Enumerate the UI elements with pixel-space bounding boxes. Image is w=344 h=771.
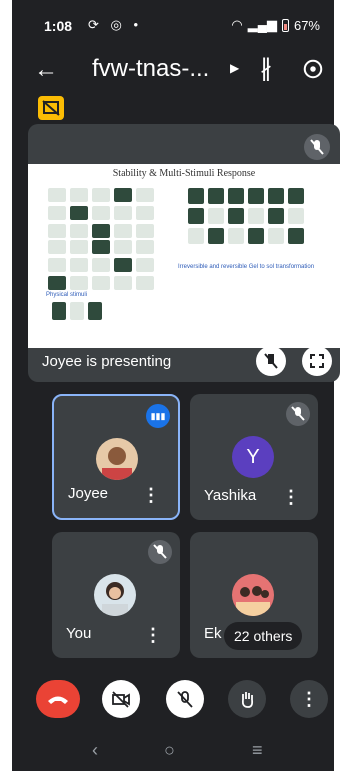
participant-name: Joyee: [68, 485, 109, 502]
pin-off-button[interactable]: [256, 346, 286, 376]
shared-slide: Stability & Multi-Stimuli Response Irrev…: [28, 164, 340, 348]
slide-title: Stability & Multi-Stimuli Response: [112, 168, 256, 179]
battery-percent: 67%: [293, 17, 320, 33]
pin-off-icon: [264, 353, 278, 369]
captions-off-icon[interactable]: [38, 96, 64, 120]
avatar: [96, 438, 138, 480]
status-time: 1:08: [44, 18, 73, 34]
avatar: [232, 574, 274, 616]
more-vert-icon[interactable]: ⋮: [144, 626, 162, 644]
fullscreen-icon: [310, 354, 324, 368]
speaking-indicator-icon: ▮▮▮: [146, 404, 170, 428]
slide-vial-grid-3: [188, 188, 304, 244]
participant-name: Yashika: [204, 487, 257, 504]
mic-off-icon: [286, 402, 310, 426]
mic-off-icon: [148, 540, 172, 564]
mic-off-icon: [304, 134, 330, 160]
avatar: Y: [232, 436, 274, 478]
status-right: ◠ ▂▄▆ 67%: [231, 17, 320, 33]
participant-tile-others[interactable]: Ek 22 others: [190, 532, 318, 658]
more-vert-icon[interactable]: ⋮: [282, 488, 300, 506]
status-bar: 1:08 ⟳ ◎ • ◠ ▂▄▆ 67%: [12, 0, 334, 44]
signal-icon: ▂▄▆: [247, 17, 277, 32]
participant-tile-you[interactable]: You ⋮: [52, 532, 180, 658]
slide-vial-grid-4: [52, 302, 102, 320]
presenter-label: Joyee is presenting: [42, 353, 172, 370]
slide-vial-grid-2: [48, 240, 154, 290]
others-count-chip[interactable]: 22 others: [224, 622, 303, 650]
bluetooth-icon[interactable]: ∦: [260, 54, 272, 83]
participant-tile-yashika[interactable]: Y Yashika ⋮: [190, 394, 318, 520]
presentation-tile[interactable]: Stability & Multi-Stimuli Response Irrev…: [28, 124, 340, 382]
meeting-title[interactable]: fvw-tnas-...: [92, 55, 209, 83]
back-arrow-icon[interactable]: ←: [34, 56, 58, 84]
more-vert-icon[interactable]: ⋮: [142, 486, 160, 504]
slide-caption-right: Irreversible and reversible Gel to sol t…: [178, 264, 315, 270]
participant-name: You: [66, 625, 92, 642]
slide-vial-grid-1: [48, 188, 154, 238]
avatar: [94, 574, 136, 616]
switch-camera-icon[interactable]: [302, 58, 324, 80]
wifi-icon: ◠: [231, 17, 243, 32]
participant-name: Ek: [204, 625, 222, 642]
participant-tile-joyee[interactable]: ▮▮▮ Joyee ⋮: [52, 394, 180, 520]
battery-icon: [281, 18, 289, 32]
notification-icons: ⟳ ◎ •: [88, 17, 143, 32]
fullscreen-button[interactable]: [302, 346, 332, 376]
app-bar: ← fvw-tnas-... ▶ ∦: [12, 50, 334, 90]
slide-caption-left: Physical stimuli: [46, 292, 88, 298]
caret-right-icon[interactable]: ▶: [230, 61, 239, 75]
